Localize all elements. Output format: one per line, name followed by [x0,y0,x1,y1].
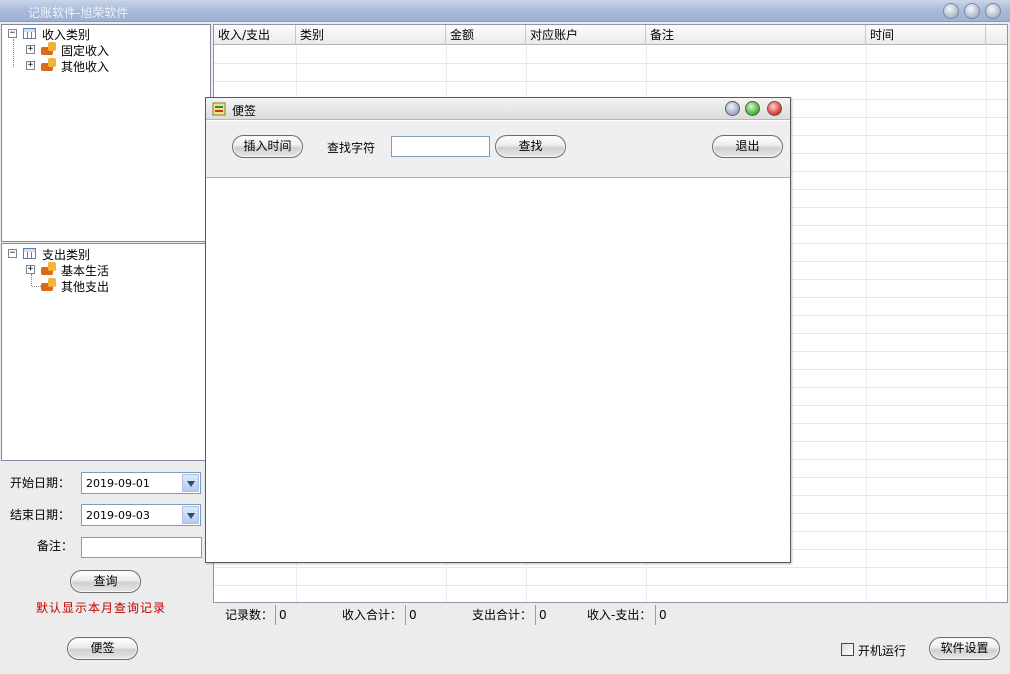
folder-node-icon [41,42,57,55]
expand-icon[interactable]: + [26,265,35,274]
net-total-label: 收入-支出： [587,608,652,622]
column-header[interactable]: 类别 [296,25,446,45]
income-total-value: 0 [405,605,465,625]
note-textarea[interactable] [206,179,790,562]
exit-button[interactable]: 退出 [712,135,783,158]
expense-total-label: 支出合计： [472,608,533,622]
net-total-value: 0 [655,605,715,625]
close-button[interactable] [985,3,1001,19]
records-count-label: 记录数： [225,608,274,622]
folder-node-icon [41,58,57,71]
table-icon [23,248,36,259]
grid-header: 收入/支出 类别 金额 对应账户 备注 时间 [214,25,1007,45]
collapse-icon[interactable]: − [8,249,17,258]
expense-root-label[interactable]: 支出类别 [42,246,90,263]
end-date-label: 结束日期： [10,508,71,522]
column-header[interactable]: 对应账户 [526,25,646,45]
minimize-button[interactable] [725,101,740,116]
dialog-titlebar[interactable]: 便签 [206,98,790,120]
sticky-note-button[interactable]: 便签 [67,637,138,660]
find-input[interactable] [391,136,490,157]
main-titlebar[interactable]: 记账软件-旭荣软件 [0,0,1010,22]
insert-time-button[interactable]: 插入时间 [232,135,303,158]
note-label: 备注： [37,539,74,553]
sticky-note-dialog[interactable]: 便签 插入时间 查找字符 查找 退出 [205,97,791,563]
start-date-label: 开始日期： [10,476,71,490]
tree-item-other-expense[interactable]: 其他支出 [61,278,109,295]
collapse-icon[interactable]: − [8,29,17,38]
query-button[interactable]: 查询 [70,570,141,593]
income-total-label: 收入合计： [342,608,403,622]
column-header[interactable]: 收入/支出 [214,25,296,45]
expense-tree[interactable]: − 支出类别 + 基本生活 其他支出 [1,243,211,461]
expense-total-value: 0 [535,605,585,625]
tree-item-fixed-income[interactable]: 固定收入 [61,42,109,59]
note-app-icon [212,102,226,116]
maximize-button[interactable] [964,3,980,19]
find-label: 查找字符 [327,141,376,155]
column-header[interactable]: 金额 [446,25,526,45]
end-date-value: 2019-09-03 [86,509,150,522]
find-button[interactable]: 查找 [495,135,566,158]
minimize-button[interactable] [943,3,959,19]
dropdown-arrow-icon[interactable] [182,474,199,492]
income-tree[interactable]: − 收入类别 + 固定收入 + 其他收入 [1,24,211,242]
tree-item-basic-living[interactable]: 基本生活 [61,262,109,279]
note-input[interactable] [81,537,202,558]
table-icon [23,28,36,39]
dropdown-arrow-icon[interactable] [182,506,199,524]
column-header[interactable]: 时间 [866,25,986,45]
expand-icon[interactable]: + [26,45,35,54]
window-title: 记账软件-旭荣软件 [28,6,129,20]
records-count-value: 0 [275,605,335,625]
column-header[interactable]: 备注 [646,25,866,45]
dialog-toolbar: 插入时间 查找字符 查找 退出 [206,121,790,178]
maximize-button[interactable] [745,101,760,116]
start-date-picker[interactable]: 2019-09-01 [81,472,201,494]
default-range-note: 默认显示本月查询记录 [36,601,167,615]
tree-item-other-income[interactable]: 其他收入 [61,58,109,75]
income-root-label[interactable]: 收入类别 [42,26,90,43]
start-date-value: 2019-09-01 [86,477,150,490]
folder-node-icon [41,262,57,275]
folder-node-icon [41,278,57,291]
dialog-title: 便签 [232,104,257,118]
autostart-checkbox[interactable] [841,643,854,656]
end-date-picker[interactable]: 2019-09-03 [81,504,201,526]
expand-icon[interactable]: + [26,61,35,70]
close-button[interactable] [767,101,782,116]
settings-button[interactable]: 软件设置 [929,637,1000,660]
autostart-label[interactable]: 开机运行 [858,642,906,659]
